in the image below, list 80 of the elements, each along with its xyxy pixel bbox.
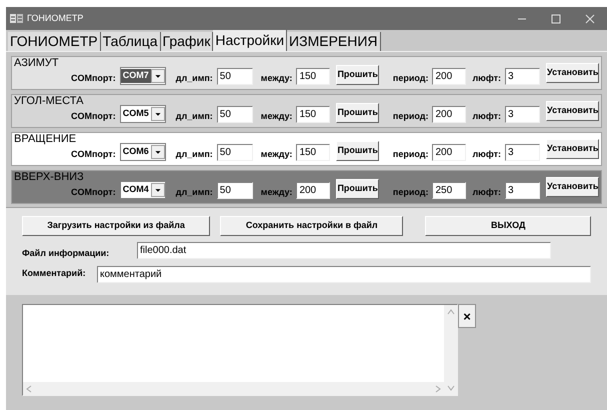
pulse-label: дл_имп: xyxy=(176,72,213,85)
pulse-field[interactable]: 50 xyxy=(216,144,253,161)
file-button[interactable]: Загрузить настройки из файла xyxy=(22,216,210,236)
file-button[interactable]: Сохранить настройки в файл xyxy=(220,216,404,236)
info-file-field[interactable]: file000.dat xyxy=(137,242,551,260)
backlash-label: люфт: xyxy=(472,110,502,123)
between-field[interactable]: 150 xyxy=(296,106,330,123)
port-label: COMпорт: xyxy=(71,186,116,199)
scroll-up-icon[interactable] xyxy=(446,309,454,315)
backlash-field[interactable]: 3 xyxy=(505,182,540,199)
pulse-field[interactable]: 50 xyxy=(216,106,253,123)
scroll-right-icon[interactable] xyxy=(435,384,441,392)
port-dropdown[interactable]: COM5 xyxy=(120,105,166,123)
flash-button[interactable]: Прошить xyxy=(336,141,379,161)
pulse-field[interactable]: 50 xyxy=(216,68,253,85)
info-file-label: Файл информации: xyxy=(22,247,110,260)
pulse-label: дл_имп: xyxy=(176,110,213,123)
close-icon[interactable] xyxy=(585,14,595,24)
period-field[interactable]: 200 xyxy=(432,106,466,123)
tab[interactable]: ИЗМЕРЕНИЯ xyxy=(287,32,381,51)
pulse-label: дл_имп: xyxy=(176,148,213,161)
flash-button[interactable]: Прошить xyxy=(336,65,379,85)
between-label: между: xyxy=(260,186,292,199)
backlash-label: люфт: xyxy=(472,72,502,85)
tab[interactable]: Таблица xyxy=(100,32,161,51)
pulse-field[interactable]: 50 xyxy=(216,182,253,199)
maximize-icon[interactable] xyxy=(551,14,561,24)
scroll-left-icon[interactable] xyxy=(26,384,32,392)
port-value: COM4 xyxy=(122,183,150,196)
port-value: COM7 xyxy=(120,69,151,83)
period-field[interactable]: 200 xyxy=(432,144,466,161)
comment-field[interactable]: комментарий xyxy=(97,266,591,282)
vertical-scrollbar[interactable] xyxy=(444,305,457,395)
between-field[interactable]: 150 xyxy=(296,68,330,85)
port-dropdown[interactable]: COM4 xyxy=(120,181,166,199)
between-field[interactable]: 200 xyxy=(296,182,330,199)
axis-title: УГОЛ-МЕСТА xyxy=(14,95,84,107)
period-field[interactable]: 250 xyxy=(432,182,466,199)
tab[interactable]: График xyxy=(160,32,214,51)
port-value: COM5 xyxy=(122,107,150,120)
between-label: между: xyxy=(260,110,292,123)
tab[interactable]: Настройки xyxy=(213,30,288,51)
scroll-down-icon[interactable] xyxy=(446,385,454,391)
period-field[interactable]: 200 xyxy=(432,68,466,85)
app-icon xyxy=(10,13,24,24)
log-area[interactable] xyxy=(22,304,458,396)
window-title: ГОНИОМЕТР xyxy=(27,12,84,25)
flash-button[interactable]: Прошить xyxy=(336,103,379,123)
backlash-field[interactable]: 3 xyxy=(505,106,540,123)
pulse-label: дл_имп: xyxy=(176,186,213,199)
period-label: период: xyxy=(392,72,428,85)
axis-title: АЗИМУТ xyxy=(14,57,60,69)
log-close-button[interactable]: × xyxy=(458,304,476,328)
set-button[interactable]: Установить xyxy=(546,177,600,197)
comment-label: Комментарий: xyxy=(22,267,87,280)
set-button[interactable]: Установить xyxy=(546,63,600,83)
file-button[interactable]: ВЫХОД xyxy=(425,216,591,236)
port-value: COM6 xyxy=(122,145,150,158)
backlash-label: люфт: xyxy=(472,186,502,199)
port-dropdown[interactable]: COM7 xyxy=(120,67,166,85)
between-label: между: xyxy=(260,72,292,85)
tab[interactable]: ГОНИОМЕТР xyxy=(8,32,101,51)
period-label: период: xyxy=(392,110,428,123)
backlash-field[interactable]: 3 xyxy=(505,68,540,85)
axis-title: ВВЕРХ-ВНИЗ xyxy=(14,171,85,183)
axis-title: ВРАЩЕНИЕ xyxy=(14,133,78,145)
port-label: COMпорт: xyxy=(71,72,116,85)
horizontal-scrollbar[interactable] xyxy=(23,382,444,395)
set-button[interactable]: Установить xyxy=(546,101,600,121)
between-label: между: xyxy=(260,148,292,161)
period-label: период: xyxy=(392,148,428,161)
set-button[interactable]: Установить xyxy=(546,139,600,159)
flash-button[interactable]: Прошить xyxy=(336,179,379,199)
period-label: период: xyxy=(392,186,428,199)
port-label: COMпорт: xyxy=(71,148,116,161)
port-dropdown[interactable]: COM6 xyxy=(120,143,166,161)
backlash-label: люфт: xyxy=(472,148,502,161)
between-field[interactable]: 150 xyxy=(296,144,330,161)
backlash-field[interactable]: 3 xyxy=(505,144,540,161)
port-label: COMпорт: xyxy=(71,110,116,123)
